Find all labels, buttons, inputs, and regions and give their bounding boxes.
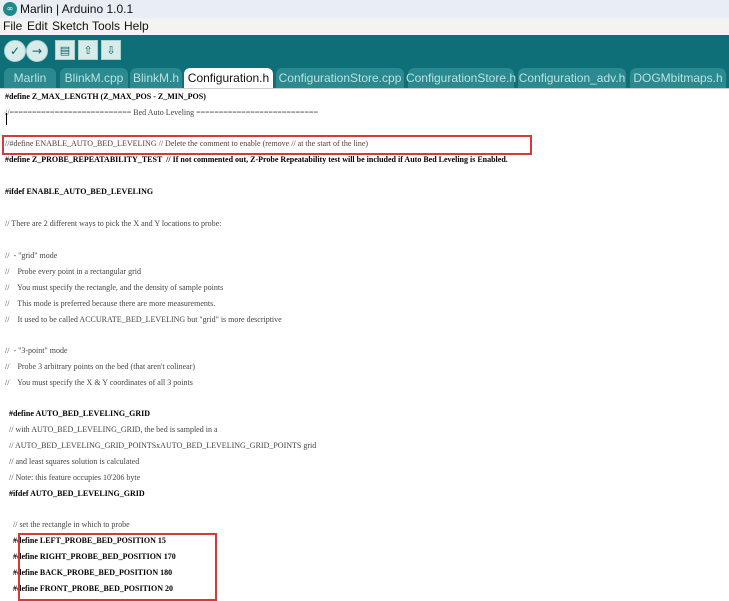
open-file-icon[interactable]: ⇧ [78,40,98,60]
menu-sketch[interactable]: Sketch [52,19,89,33]
code-line: // - "3-point" mode [5,346,68,355]
code-line: // Probe every point in a rectangular gr… [5,267,141,276]
highlight-box [2,135,532,155]
menu-file[interactable]: File [3,19,22,33]
tab-blinkm-cpp[interactable]: BlinkM.cpp [60,68,128,88]
code-line: #ifdef ENABLE_AUTO_BED_LEVELING [5,187,154,196]
tab-dogmbitmaps-h[interactable]: DOGMbitmaps.h [630,68,726,88]
code-line: #ifdef AUTO_BED_LEVELING_GRID [5,489,145,498]
code-line: #define Z_PROBE_REPEATABILITY_TEST // If… [5,155,508,164]
arduino-logo-icon: ∞ [3,2,17,16]
tab-blinkm-h[interactable]: BlinkM.h [130,68,182,88]
code-line: // - "grid" mode [5,251,58,260]
code-line: // There are 2 different ways to pick th… [5,219,222,228]
menu-edit[interactable]: Edit [27,19,48,33]
code-line: // You must specify the X & Y coordinate… [5,378,193,387]
code-line: // Note: this feature occupies 10'206 by… [5,473,141,482]
tab-configuration-h[interactable]: Configuration.h [184,68,273,88]
code-line: // Probe 3 arbitrary points on the bed (… [5,362,196,371]
save-file-icon[interactable]: ⇩ [101,40,121,60]
code-line: // You must specify the rectangle, and t… [5,283,224,292]
new-file-icon[interactable]: ▤ [55,40,75,60]
code-line: // set the rectangle in which to probe [5,520,130,529]
code-line: // AUTO_BED_LEVELING_GRID_POINTSxAUTO_BE… [5,441,317,450]
window-title: Marlin | Arduino 1.0.1 [20,2,134,16]
menu-bar: File Edit Sketch Tools Help [0,18,729,36]
code-line: //=========================== Bed Auto L… [5,108,318,117]
tab-bar: Marlin BlinkM.cpp BlinkM.h Configuration… [0,65,729,88]
menu-tools[interactable]: Tools [92,19,120,33]
text-caret [6,113,7,125]
tab-configuration-adv-h[interactable]: Configuration_adv.h [518,68,626,88]
verify-icon[interactable]: ✓ [4,40,26,62]
code-line: // This mode is preferred because there … [5,299,216,308]
code-line: // and least squares solution is calcula… [5,457,140,466]
tab-configurationstore-h[interactable]: ConfigurationStore.h [406,68,516,88]
code-line: // with AUTO_BED_LEVELING_GRID, the bed … [5,425,218,434]
upload-icon[interactable]: → [26,40,48,62]
tab-marlin[interactable]: Marlin [4,68,56,88]
code-line: // It used to be called ACCURATE_BED_LEV… [5,315,282,324]
menu-help[interactable]: Help [124,19,149,33]
toolbar: ✓ → ▤ ⇧ ⇩ [0,35,729,65]
tab-configurationstore-cpp[interactable]: ConfigurationStore.cpp [276,68,404,88]
highlight-box [18,533,217,601]
code-line: #define Z_MAX_LENGTH (Z_MAX_POS - Z_MIN_… [5,92,206,101]
title-bar: ∞ Marlin | Arduino 1.0.1 [0,0,729,19]
code-line: #define AUTO_BED_LEVELING_GRID [5,409,150,418]
